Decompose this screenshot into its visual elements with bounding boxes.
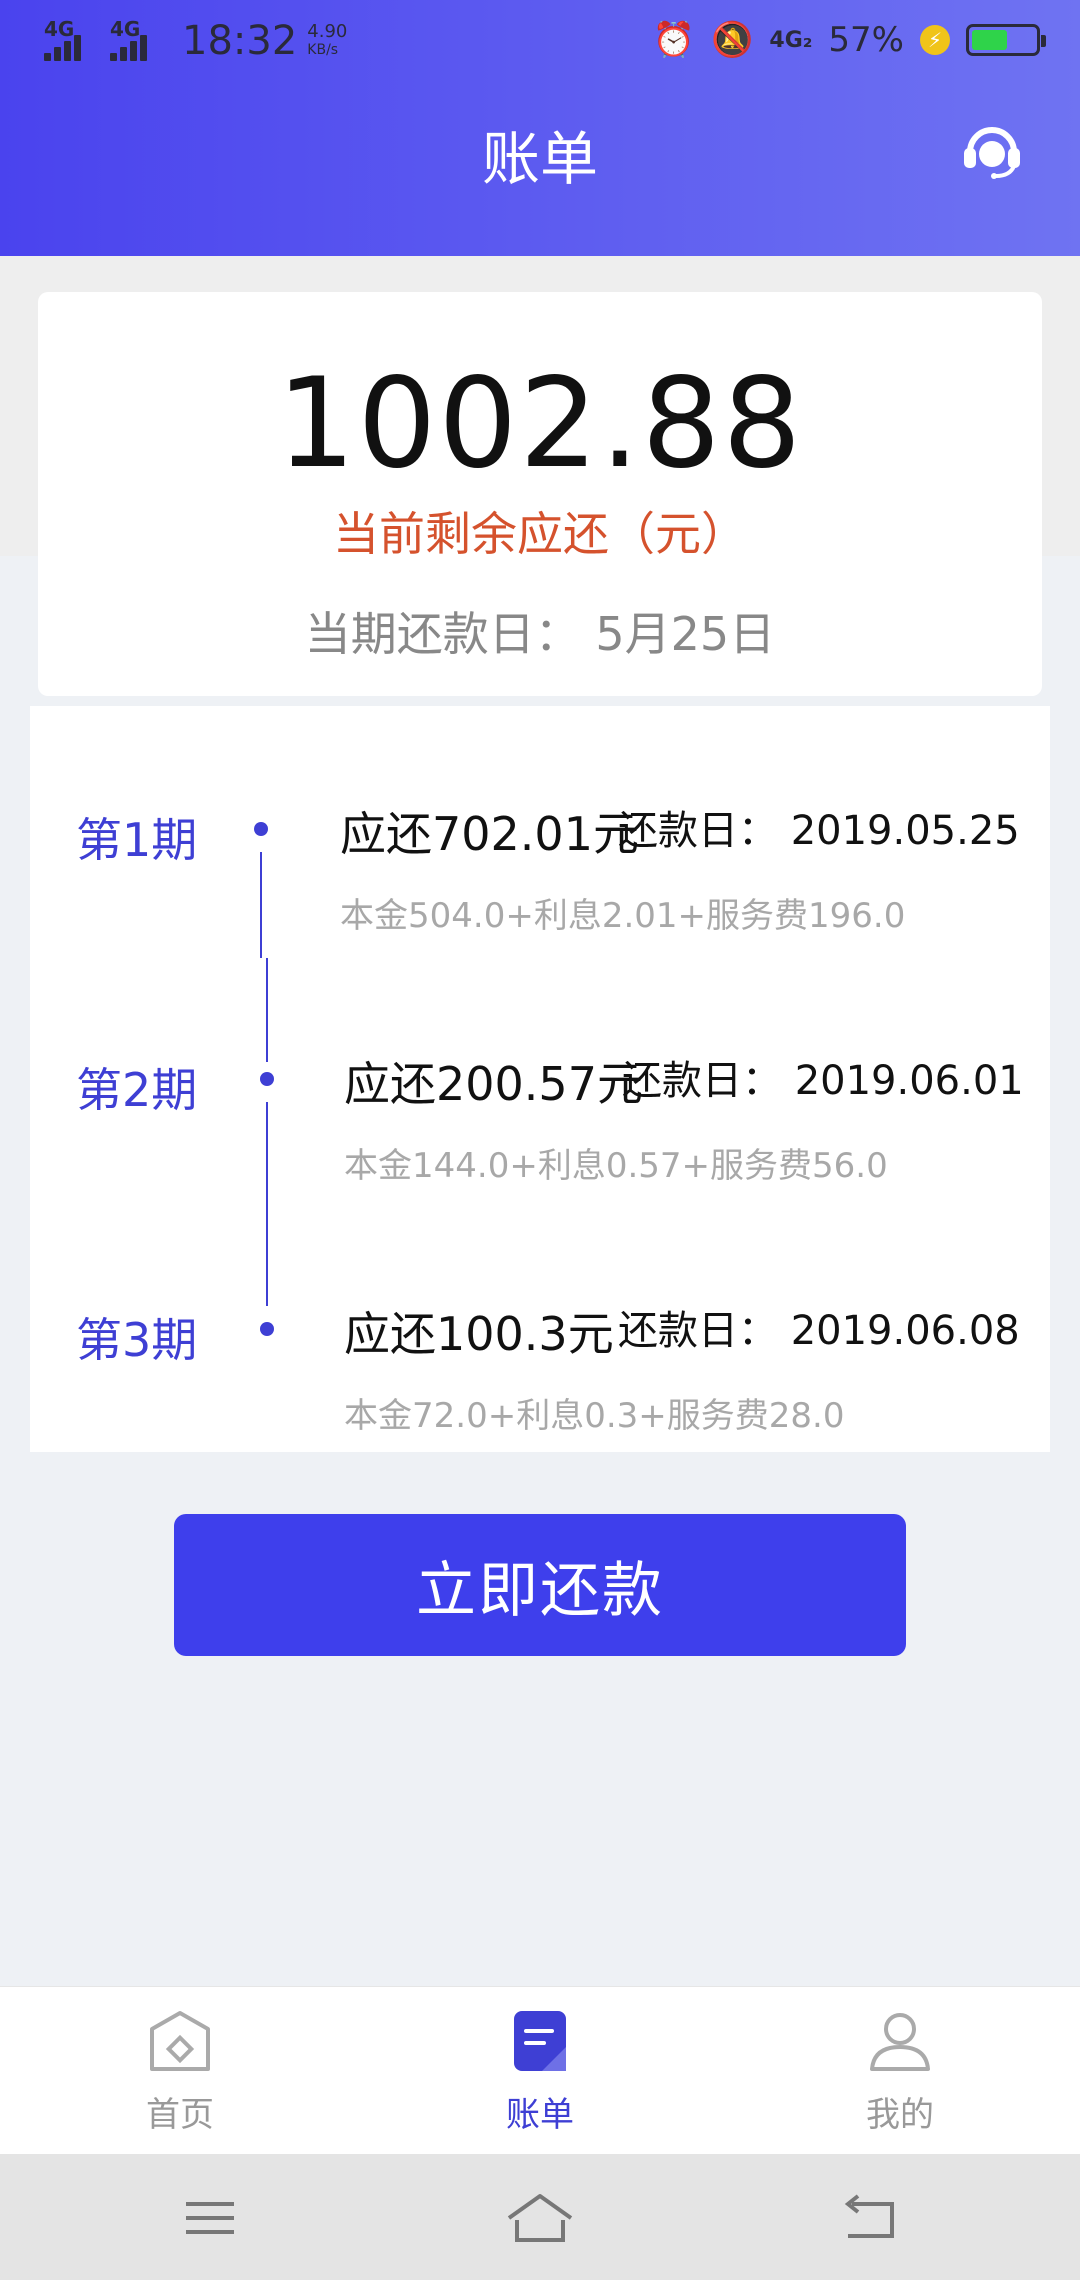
timeline-line bbox=[266, 958, 268, 1062]
summary-card: 1002.88 当前剩余应还（元） 当期还款日： 5月25日 bbox=[38, 292, 1042, 696]
installment-period-2: 第2期 bbox=[76, 1063, 198, 1117]
charging-icon: ⚡ bbox=[920, 25, 950, 55]
alarm-icon: ⏰ bbox=[652, 20, 696, 60]
tab-label-home: 首页 bbox=[146, 2095, 214, 2135]
installment-date-2: 还款日： 2019.06.01 bbox=[622, 1058, 1024, 1104]
installment-breakdown-2: 本金144.0+利息0.57+服务费56.0 bbox=[344, 1146, 888, 1186]
tab-home[interactable]: 首页 bbox=[70, 1987, 290, 2155]
tab-profile[interactable]: 我的 bbox=[790, 1987, 1010, 2155]
system-nav-bar bbox=[0, 2154, 1080, 2280]
timeline-line bbox=[266, 1102, 268, 1306]
installment-list: 第1期 应还702.01元 还款日： 2019.05.25 本金504.0+利息… bbox=[30, 706, 1050, 1452]
menu-icon[interactable] bbox=[180, 2190, 240, 2246]
customer-service-icon[interactable] bbox=[960, 118, 1024, 182]
back-icon[interactable] bbox=[840, 2190, 900, 2246]
tab-label-bill: 账单 bbox=[506, 2095, 574, 2135]
timeline-dot-1 bbox=[254, 822, 268, 836]
installment-date-1: 还款日： 2019.05.25 bbox=[618, 808, 1020, 854]
timeline-dot-2 bbox=[260, 1072, 274, 1086]
installment-period-3: 第3期 bbox=[76, 1313, 198, 1367]
installment-breakdown-3: 本金72.0+利息0.3+服务费28.0 bbox=[344, 1396, 845, 1436]
bell-mute-icon: 🔕 bbox=[711, 20, 754, 60]
home-icon bbox=[150, 2011, 210, 2071]
installment-breakdown-1: 本金504.0+利息2.01+服务费196.0 bbox=[340, 896, 906, 936]
signal-icon-1: 4G bbox=[44, 17, 102, 61]
installment-period-1: 第1期 bbox=[76, 813, 198, 867]
header: 4G 4G 18:32 4.90 KB/s ⏰ 🔕 4G₂ 57% ⚡ 账单 bbox=[0, 0, 1080, 256]
installment-amount-2: 应还200.57元 bbox=[344, 1057, 643, 1111]
tab-bill[interactable]: 账单 bbox=[430, 1987, 650, 2155]
status-right: ⏰ 🔕 4G₂ 57% ⚡ bbox=[652, 20, 1046, 60]
current-due-date: 当期还款日： 5月25日 bbox=[304, 607, 776, 661]
status-time: 18:32 bbox=[182, 18, 298, 64]
battery-percent: 57% bbox=[828, 20, 904, 60]
battery-icon bbox=[966, 24, 1046, 56]
page-title: 账单 bbox=[481, 125, 598, 193]
tab-label-profile: 我的 bbox=[866, 2095, 934, 2135]
signal-icon-2: 4G bbox=[110, 17, 168, 61]
profile-icon bbox=[870, 2013, 930, 2071]
remaining-amount: 1002.88 bbox=[276, 352, 804, 496]
timeline-dot-3 bbox=[260, 1322, 274, 1336]
installment-amount-3: 应还100.3元 bbox=[344, 1307, 614, 1361]
remaining-amount-label: 当前剩余应还（元） bbox=[333, 507, 747, 561]
network-speed: 4.90 KB/s bbox=[307, 21, 348, 59]
network-4g-badge: 4G₂ bbox=[769, 27, 813, 53]
home-nav-icon[interactable] bbox=[505, 2190, 575, 2246]
timeline-line bbox=[260, 852, 262, 958]
status-bar: 4G 4G 18:32 4.90 KB/s ⏰ 🔕 4G₂ 57% ⚡ bbox=[0, 0, 1080, 86]
tab-bar: 首页 账单 我的 bbox=[0, 1986, 1080, 2154]
bill-icon bbox=[514, 2011, 566, 2071]
installment-date-3: 还款日： 2019.06.08 bbox=[618, 1308, 1020, 1354]
pay-now-button[interactable]: 立即还款 bbox=[174, 1514, 906, 1656]
status-left: 4G 4G 18:32 4.90 KB/s bbox=[44, 17, 348, 64]
installment-amount-1: 应还702.01元 bbox=[340, 807, 639, 861]
